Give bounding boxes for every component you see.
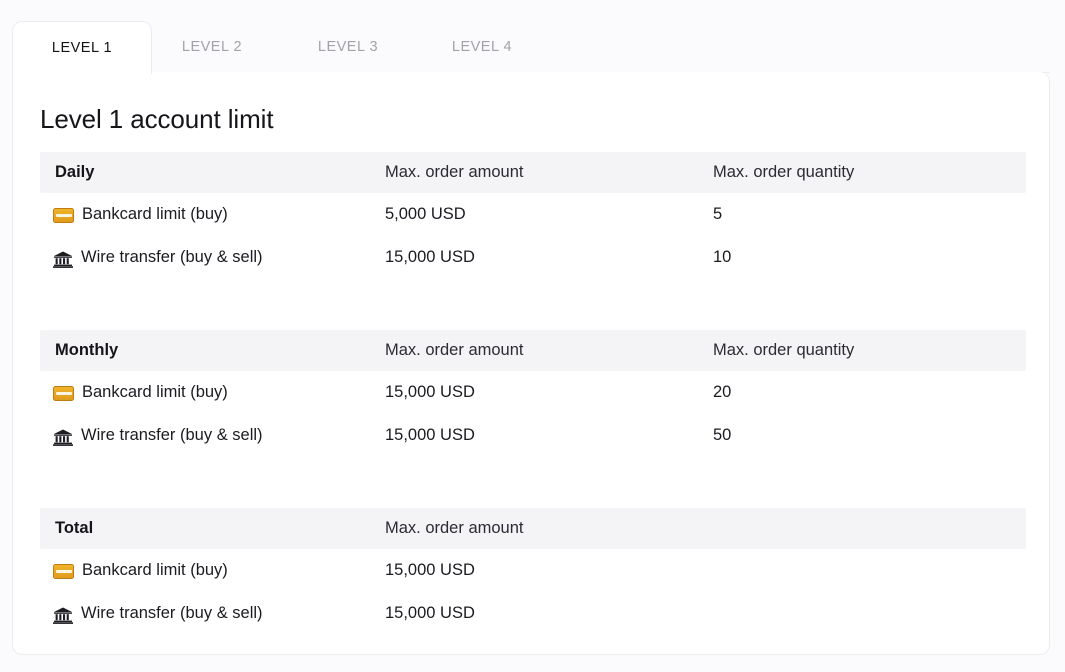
row-label-cell: Wire transfer (buy & sell) [53, 236, 263, 279]
bank-building-icon [53, 251, 73, 268]
credit-card-icon [53, 208, 74, 223]
row-amount: 15,000 USD [385, 383, 475, 401]
row-label-cell: Wire transfer (buy & sell) [53, 592, 263, 635]
table-row: Wire transfer (buy & sell) 15,000 USD 50 [40, 414, 1026, 457]
section-monthly: Monthly Max. order amount Max. order qua… [40, 330, 1026, 457]
row-quantity: 10 [713, 248, 732, 266]
row-label: Wire transfer (buy & sell) [81, 248, 263, 266]
row-label: Wire transfer (buy & sell) [81, 604, 263, 622]
section-monthly-header: Monthly Max. order amount Max. order qua… [40, 330, 1026, 371]
column-header-amount: Max. order amount [385, 519, 524, 537]
tab-level-1[interactable]: LEVEL 1 [12, 21, 152, 74]
page-title: Level 1 account limit [40, 104, 274, 134]
section-daily-title: Daily [55, 163, 95, 181]
row-quantity: 50 [713, 426, 732, 444]
column-header-amount: Max. order amount [385, 341, 524, 359]
tab-card-junction [13, 71, 151, 74]
bank-building-icon [53, 607, 73, 624]
row-amount: 15,000 USD [385, 248, 475, 266]
row-label-cell: Bankcard limit (buy) [53, 371, 228, 414]
row-label-cell: Bankcard limit (buy) [53, 549, 228, 592]
tab-level-4[interactable]: LEVEL 4 [422, 21, 542, 73]
row-quantity: 20 [713, 383, 732, 401]
tab-level-1-label: LEVEL 1 [51, 40, 113, 56]
bank-building-icon [53, 429, 73, 446]
row-quantity: 5 [713, 205, 723, 223]
row-label: Wire transfer (buy & sell) [81, 426, 263, 444]
tab-level-2-label: LEVEL 2 [181, 39, 243, 55]
tab-level-2[interactable]: LEVEL 2 [152, 21, 272, 73]
account-limit-card: Level 1 account limit Daily Max. order a… [12, 72, 1050, 655]
column-header-amount: Max. order amount [385, 163, 524, 181]
section-daily-header: Daily Max. order amount Max. order quant… [40, 152, 1026, 193]
row-amount: 5,000 USD [385, 205, 466, 223]
account-limits-page: LEVEL 1 LEVEL 2 LEVEL 3 LEVEL 4 Level 1 … [0, 0, 1065, 672]
row-amount: 15,000 USD [385, 561, 475, 579]
section-monthly-title: Monthly [55, 341, 119, 359]
credit-card-icon [53, 386, 74, 401]
table-row: Bankcard limit (buy) 15,000 USD [40, 549, 1026, 592]
row-label: Bankcard limit (buy) [82, 383, 228, 401]
tab-level-4-label: LEVEL 4 [451, 39, 513, 55]
table-row: Wire transfer (buy & sell) 15,000 USD 10 [40, 236, 1026, 279]
row-label-cell: Wire transfer (buy & sell) [53, 414, 263, 457]
table-row: Wire transfer (buy & sell) 15,000 USD [40, 592, 1026, 635]
tab-level-3-label: LEVEL 3 [317, 39, 379, 55]
tab-level-3[interactable]: LEVEL 3 [288, 21, 408, 73]
row-amount: 15,000 USD [385, 604, 475, 622]
column-header-quantity: Max. order quantity [713, 341, 855, 359]
table-row: Bankcard limit (buy) 5,000 USD 5 [40, 193, 1026, 236]
section-total-title: Total [55, 519, 94, 537]
row-label: Bankcard limit (buy) [82, 205, 228, 223]
section-total: Total Max. order amount Bankcard limit (… [40, 508, 1026, 635]
section-total-header: Total Max. order amount [40, 508, 1026, 549]
row-label-cell: Bankcard limit (buy) [53, 193, 228, 236]
credit-card-icon [53, 564, 74, 579]
row-label: Bankcard limit (buy) [82, 561, 228, 579]
level-tabs: LEVEL 1 LEVEL 2 LEVEL 3 LEVEL 4 [0, 0, 1065, 74]
table-row: Bankcard limit (buy) 15,000 USD 20 [40, 371, 1026, 414]
row-amount: 15,000 USD [385, 426, 475, 444]
section-daily: Daily Max. order amount Max. order quant… [40, 152, 1026, 279]
column-header-quantity: Max. order quantity [713, 163, 855, 181]
